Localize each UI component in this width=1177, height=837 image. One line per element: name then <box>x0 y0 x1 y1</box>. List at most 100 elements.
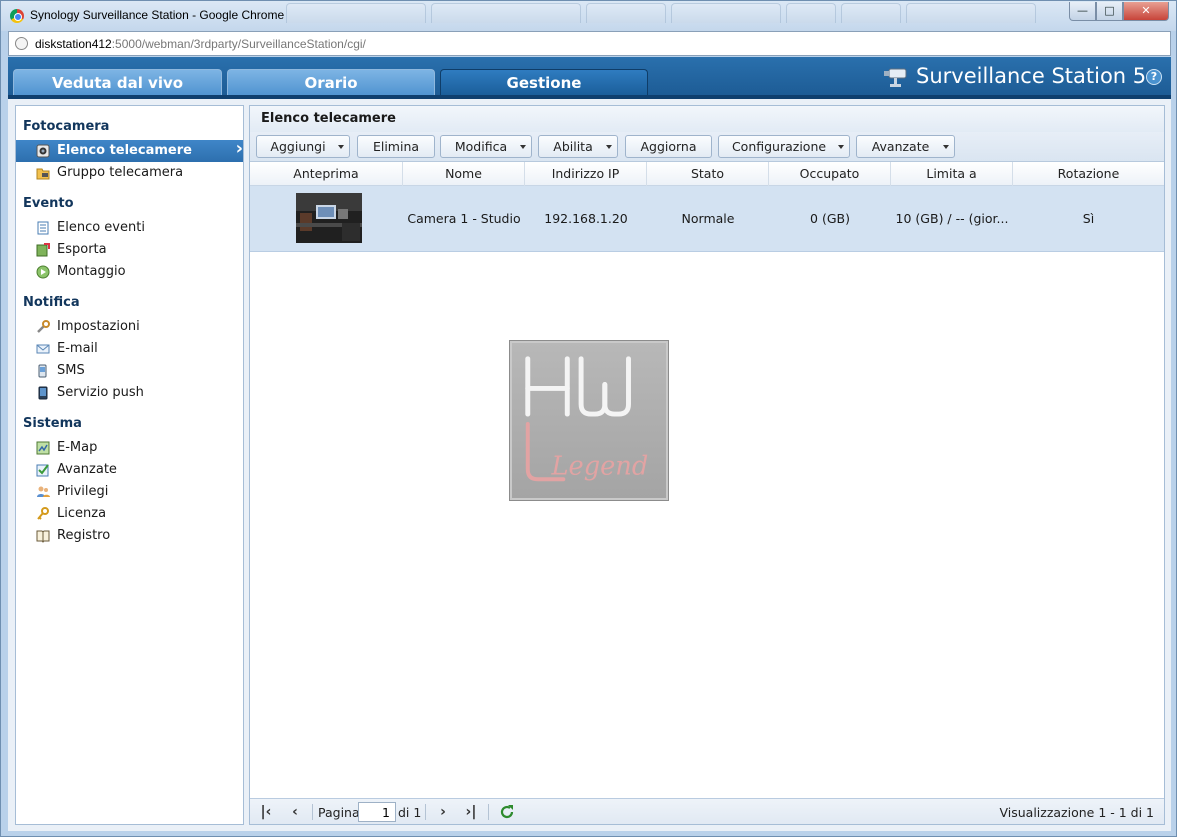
sidebar-item-label: Licenza <box>57 506 107 521</box>
preview-cell <box>250 186 403 252</box>
background-tab[interactable] <box>431 3 581 23</box>
page-icon <box>15 37 28 50</box>
limit-cell: 10 (GB) / -- (gior... <box>895 211 1009 226</box>
enable-button[interactable]: Abilita <box>538 135 618 158</box>
camera-name-cell: Camera 1 - Studio <box>407 211 521 226</box>
add-button[interactable]: Aggiungi <box>256 135 350 158</box>
sidebar-item-label: Elenco eventi <box>57 220 145 235</box>
tab-timeline[interactable]: Orario <box>227 69 435 96</box>
background-tab[interactable] <box>286 3 426 23</box>
maximize-button[interactable]: □ <box>1096 2 1123 21</box>
sidebar-item-emap[interactable]: E-Map <box>16 437 243 459</box>
background-tab[interactable] <box>671 3 781 23</box>
sidebar-item-event-list[interactable]: Elenco eventi <box>16 217 243 239</box>
map-icon <box>36 441 50 455</box>
chevron-down-icon <box>520 145 526 149</box>
table-header: Anteprima Nome Indirizzo IP Stato Occupa… <box>250 162 1164 186</box>
sidebar-item-sms[interactable]: SMS <box>16 360 243 382</box>
pagination-bar: |‹ ‹ Pagina di 1 › ›| Visualizzazione 1 … <box>250 798 1164 824</box>
advanced-icon <box>36 464 49 477</box>
column-header-status[interactable]: Stato <box>647 162 769 186</box>
camera-list-panel: Elenco telecamere Aggiungi Elimina Modif… <box>249 105 1165 825</box>
sidebar-item-log[interactable]: Registro <box>16 525 243 547</box>
sidebar-item-label: Privilegi <box>57 484 109 499</box>
mobile-icon <box>38 386 48 400</box>
status-cell: Normale <box>681 211 735 226</box>
pager-divider <box>312 804 313 820</box>
pager-divider <box>425 804 426 820</box>
book-icon <box>36 530 50 543</box>
button-label: Aggiungi <box>270 139 326 154</box>
sms-icon <box>38 364 47 378</box>
button-label: Abilita <box>553 139 593 154</box>
sidebar-item-montage[interactable]: Montaggio <box>16 261 243 283</box>
sidebar-item-export[interactable]: Esporta <box>16 239 243 261</box>
background-tabs <box>286 1 1046 25</box>
sidebar-section-system: Sistema <box>23 416 82 431</box>
column-header-rotation[interactable]: Rotazione <box>1013 162 1164 186</box>
tab-live-view[interactable]: Veduta dal vivo <box>13 69 222 96</box>
sidebar-item-label: Montaggio <box>57 264 126 279</box>
sidebar-item-settings[interactable]: Impostazioni <box>16 316 243 338</box>
wrench-icon <box>37 320 50 333</box>
button-label: Avanzate <box>871 139 930 154</box>
sidebar: Fotocamera Elenco telecamere Gruppo tele… <box>15 105 244 825</box>
column-header-name[interactable]: Nome <box>403 162 525 186</box>
toolbar: Aggiungi Elimina Modifica Abilita Aggior… <box>250 132 1164 162</box>
previous-page-icon[interactable]: ‹ <box>287 804 303 820</box>
button-label: Elimina <box>372 139 420 154</box>
top-navigation: Veduta dal vivo Orario Gestione Surveill… <box>8 57 1171 99</box>
address-bar[interactable]: diskstation412:5000/webman/3rdparty/Surv… <box>8 31 1171 56</box>
url-host: diskstation412 <box>35 37 112 51</box>
sidebar-item-email[interactable]: E-mail <box>16 338 243 360</box>
background-tab[interactable] <box>586 3 666 23</box>
background-tab[interactable] <box>841 3 901 23</box>
minimize-button[interactable]: — <box>1069 2 1096 21</box>
configuration-button[interactable]: Configurazione <box>718 135 850 158</box>
app-title: Surveillance Station 5 <box>916 64 1147 88</box>
help-icon[interactable]: ? <box>1146 69 1162 85</box>
pager-divider <box>488 804 489 820</box>
sidebar-item-push-service[interactable]: Servizio push <box>16 382 243 404</box>
url-text[interactable]: diskstation412:5000/webman/3rdparty/Surv… <box>35 37 366 51</box>
column-header-used[interactable]: Occupato <box>769 162 891 186</box>
sidebar-item-label: Elenco telecamere <box>57 143 192 158</box>
sidebar-item-license[interactable]: Licenza <box>16 503 243 525</box>
camera-icon <box>36 144 50 158</box>
page-number-input[interactable] <box>358 802 396 822</box>
column-header-ip[interactable]: Indirizzo IP <box>525 162 647 186</box>
sidebar-item-privileges[interactable]: Privilegi <box>16 481 243 503</box>
next-page-icon[interactable]: › <box>435 804 451 820</box>
column-header-limit[interactable]: Limita a <box>891 162 1013 186</box>
background-tab[interactable] <box>786 3 836 23</box>
column-header-preview[interactable]: Anteprima <box>250 162 403 186</box>
edit-button[interactable]: Modifica <box>440 135 532 158</box>
refresh-icon[interactable] <box>499 804 515 820</box>
sidebar-item-advanced[interactable]: Avanzate <box>16 459 243 481</box>
first-page-icon[interactable]: |‹ <box>258 804 274 820</box>
sidebar-item-label: Impostazioni <box>57 319 140 334</box>
rotation-cell: Sì <box>1082 211 1095 226</box>
chevron-down-icon <box>338 145 344 149</box>
table-row[interactable]: Camera 1 - Studio 192.168.1.20 Normale 0… <box>250 186 1164 252</box>
export-icon <box>36 243 50 257</box>
refresh-button[interactable]: Aggiorna <box>625 135 712 158</box>
background-tab[interactable] <box>906 3 1036 23</box>
sidebar-item-label: E-mail <box>57 341 98 356</box>
sidebar-item-camera-list[interactable]: Elenco telecamere <box>16 138 243 162</box>
last-page-icon[interactable]: ›| <box>463 804 479 820</box>
chrome-icon <box>10 9 24 23</box>
event-list-icon <box>37 221 49 235</box>
sidebar-item-label: E-Map <box>57 440 98 455</box>
sidebar-item-camera-group[interactable]: Gruppo telecamera <box>16 162 243 184</box>
hwlegend-watermark: Legend <box>509 340 669 501</box>
camera-preview-thumbnail[interactable] <box>296 193 362 243</box>
close-button[interactable]: ✕ <box>1123 2 1169 21</box>
delete-button[interactable]: Elimina <box>357 135 435 158</box>
watermark-text: Legend <box>550 451 648 481</box>
advanced-button[interactable]: Avanzate <box>856 135 955 158</box>
surveillance-app: Veduta dal vivo Orario Gestione Surveill… <box>8 57 1171 831</box>
page-total-label: di 1 <box>398 805 422 820</box>
key-icon <box>37 507 49 520</box>
tab-management[interactable]: Gestione <box>440 69 648 96</box>
